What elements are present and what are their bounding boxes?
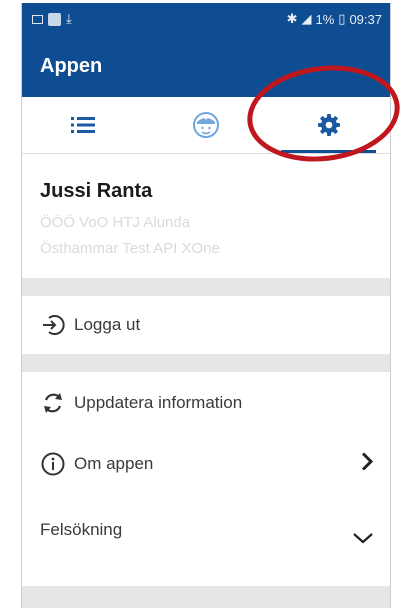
section-divider bbox=[22, 278, 390, 296]
user-name: Jussi Ranta bbox=[40, 180, 153, 202]
about-app-label: Om appen bbox=[74, 454, 154, 473]
status-bar: ⤓ ✱ ◢ 1% ▯ 09:37 bbox=[22, 3, 390, 35]
status-left-icons: ⤓ bbox=[22, 11, 72, 27]
section-divider bbox=[22, 586, 390, 608]
update-info-button[interactable]: Uppdatera information bbox=[22, 372, 390, 435]
chevron-down-icon bbox=[352, 530, 374, 550]
chevron-right-icon bbox=[360, 452, 374, 477]
battery-percent: 1% bbox=[315, 11, 335, 27]
user-info: Jussi Ranta ÖÖÖ VoO HTJ Alunda Östhammar… bbox=[22, 154, 390, 278]
battery-icon: ▯ bbox=[338, 11, 346, 26]
nurse-icon bbox=[193, 112, 219, 138]
troubleshooting-toggle[interactable]: Felsökning bbox=[22, 494, 390, 587]
notification-icon bbox=[32, 14, 43, 24]
user-organization: ÖÖÖ VoO HTJ Alunda bbox=[40, 214, 191, 231]
bluetooth-icon: ✱ bbox=[286, 11, 298, 26]
info-icon bbox=[40, 451, 66, 477]
user-api: Östhammar Test API XOne bbox=[40, 240, 220, 257]
logout-icon bbox=[40, 312, 66, 338]
logout-label: Logga ut bbox=[74, 315, 141, 334]
logout-button[interactable]: Logga ut bbox=[22, 296, 390, 355]
update-info-label: Uppdatera information bbox=[74, 393, 243, 412]
refresh-icon bbox=[40, 390, 66, 416]
status-right-icons: ✱ ◢ 1% ▯ 09:37 bbox=[287, 11, 390, 27]
app-title: Appen bbox=[40, 54, 103, 77]
status-time: 09:37 bbox=[349, 11, 382, 27]
list-icon bbox=[71, 117, 96, 133]
section-divider bbox=[22, 354, 390, 372]
app-notification-icon bbox=[48, 12, 61, 26]
download-icon: ⤓ bbox=[66, 11, 72, 26]
signal-icon: ◢ bbox=[301, 11, 312, 26]
troubleshooting-label: Felsökning bbox=[40, 520, 123, 539]
about-app-button[interactable]: Om appen bbox=[22, 434, 390, 495]
tab-list[interactable] bbox=[22, 97, 145, 153]
